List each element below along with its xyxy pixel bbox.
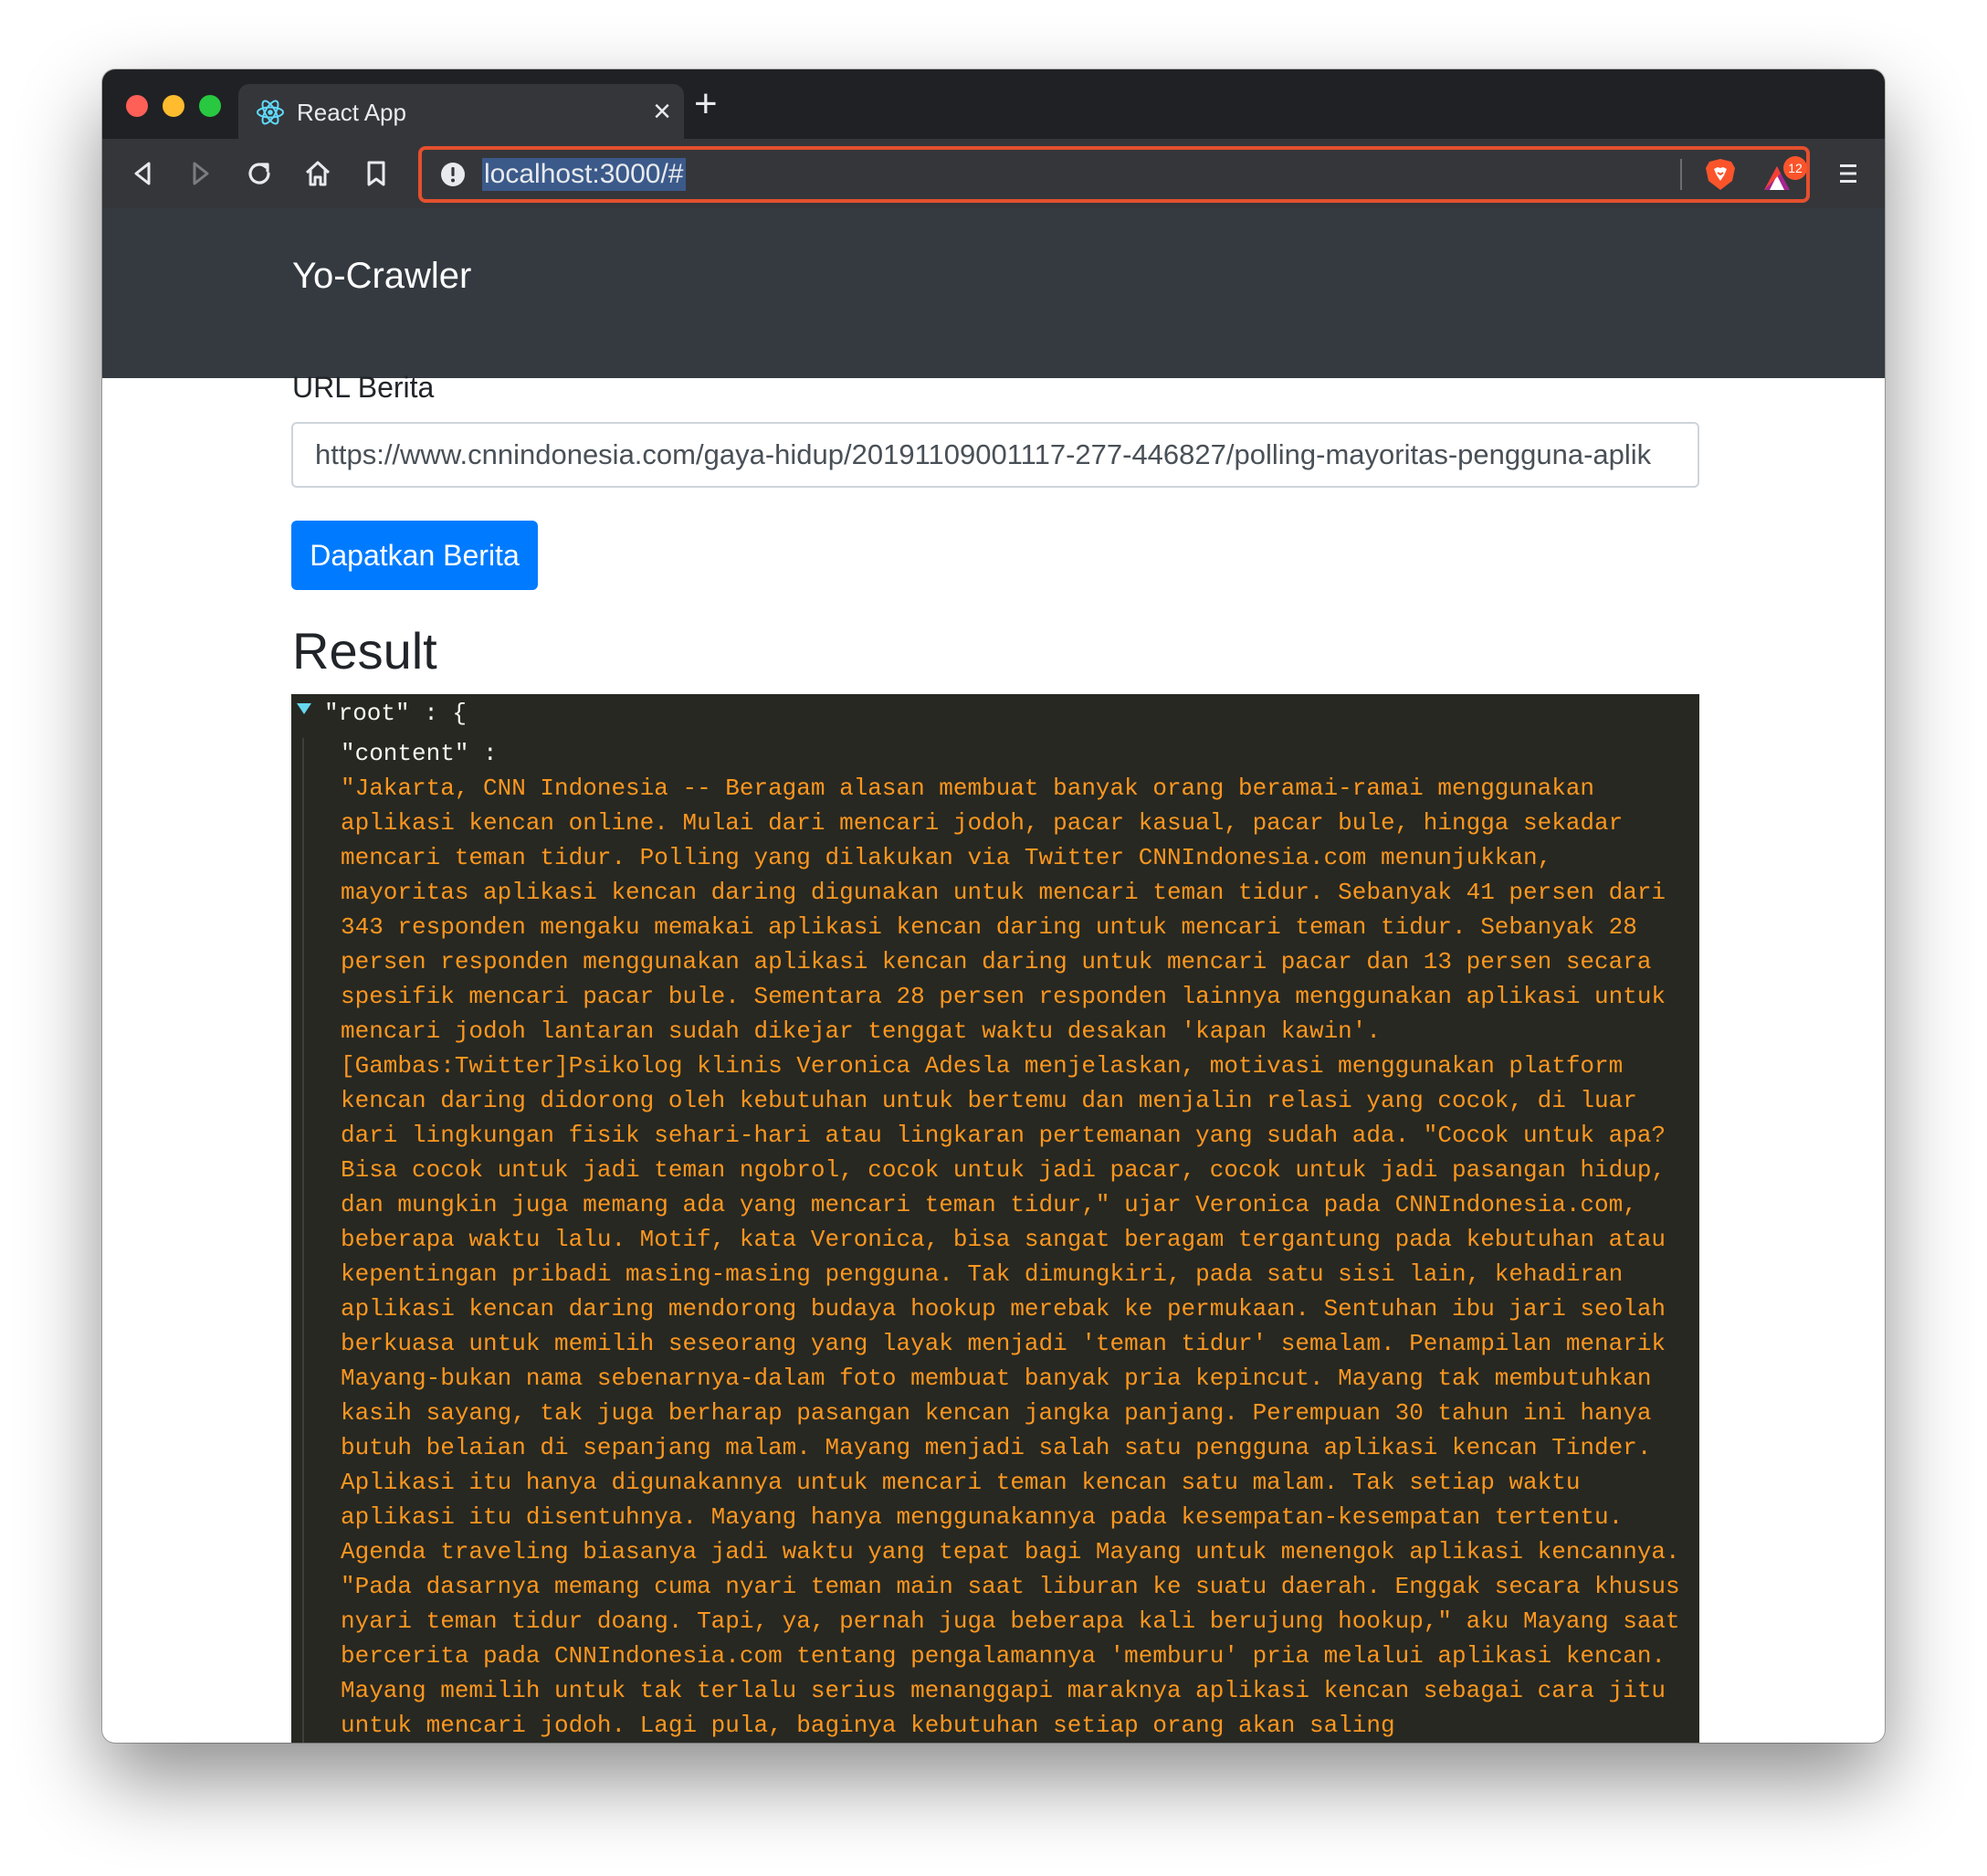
json-content-value: "Jakarta, CNN Indonesia -- Beragam alasa… bbox=[341, 775, 1680, 1739]
json-viewer: "root" : { "content" : "Jakarta, CNN Ind… bbox=[291, 694, 1699, 1743]
menu-button[interactable] bbox=[1828, 153, 1868, 194]
address-bar-divider bbox=[1680, 159, 1682, 190]
dapatkan-berita-button[interactable]: Dapatkan Berita bbox=[291, 521, 538, 590]
window-controls bbox=[126, 95, 221, 117]
rewards-badge: 12 bbox=[1788, 161, 1803, 175]
menu-icon bbox=[1840, 164, 1856, 183]
browser-toolbar: localhost:3000/# 12 bbox=[102, 139, 1885, 208]
json-root-key: "root" : { bbox=[324, 700, 468, 727]
url-berita-input[interactable] bbox=[291, 422, 1699, 488]
tab-react-app[interactable]: React App × bbox=[238, 84, 684, 139]
close-window-button[interactable] bbox=[126, 95, 148, 117]
tab-bar: React App × + bbox=[102, 69, 1885, 139]
collapse-caret-icon[interactable] bbox=[297, 703, 311, 714]
home-icon bbox=[305, 161, 331, 186]
browser-window: React App × + localhost:3000/# 12 Yo-Cra… bbox=[102, 69, 1885, 1743]
react-logo-icon bbox=[257, 100, 284, 125]
maximize-window-button[interactable] bbox=[199, 95, 221, 117]
url-berita-label: URL Berita bbox=[292, 371, 435, 404]
info-icon[interactable] bbox=[440, 162, 466, 187]
json-content-key: "content" : bbox=[341, 740, 498, 767]
new-tab-button[interactable]: + bbox=[694, 84, 718, 124]
minimize-window-button[interactable] bbox=[163, 95, 184, 117]
reload-button[interactable] bbox=[239, 153, 279, 194]
reload-icon bbox=[248, 163, 270, 184]
brave-rewards-icon[interactable]: 12 bbox=[1761, 155, 1814, 194]
tab-title: React App bbox=[297, 99, 406, 126]
app-navbar: Yo-Crawler bbox=[102, 208, 1885, 378]
tab-close-icon[interactable]: × bbox=[653, 93, 671, 130]
address-bar[interactable]: localhost:3000/# 12 bbox=[418, 146, 1810, 203]
forward-icon bbox=[193, 162, 209, 185]
bookmark-button[interactable] bbox=[356, 153, 396, 194]
home-button[interactable] bbox=[298, 153, 338, 194]
result-heading: Result bbox=[292, 622, 437, 680]
forward-button[interactable] bbox=[181, 153, 221, 194]
navbar-brand[interactable]: Yo-Crawler bbox=[292, 256, 471, 297]
url-text[interactable]: localhost:3000/# bbox=[482, 158, 686, 191]
back-icon bbox=[134, 162, 151, 185]
back-button[interactable] bbox=[122, 153, 163, 194]
json-indent-guide bbox=[302, 738, 304, 1743]
bookmark-icon bbox=[367, 161, 385, 186]
brave-shields-icon[interactable] bbox=[1704, 157, 1737, 192]
